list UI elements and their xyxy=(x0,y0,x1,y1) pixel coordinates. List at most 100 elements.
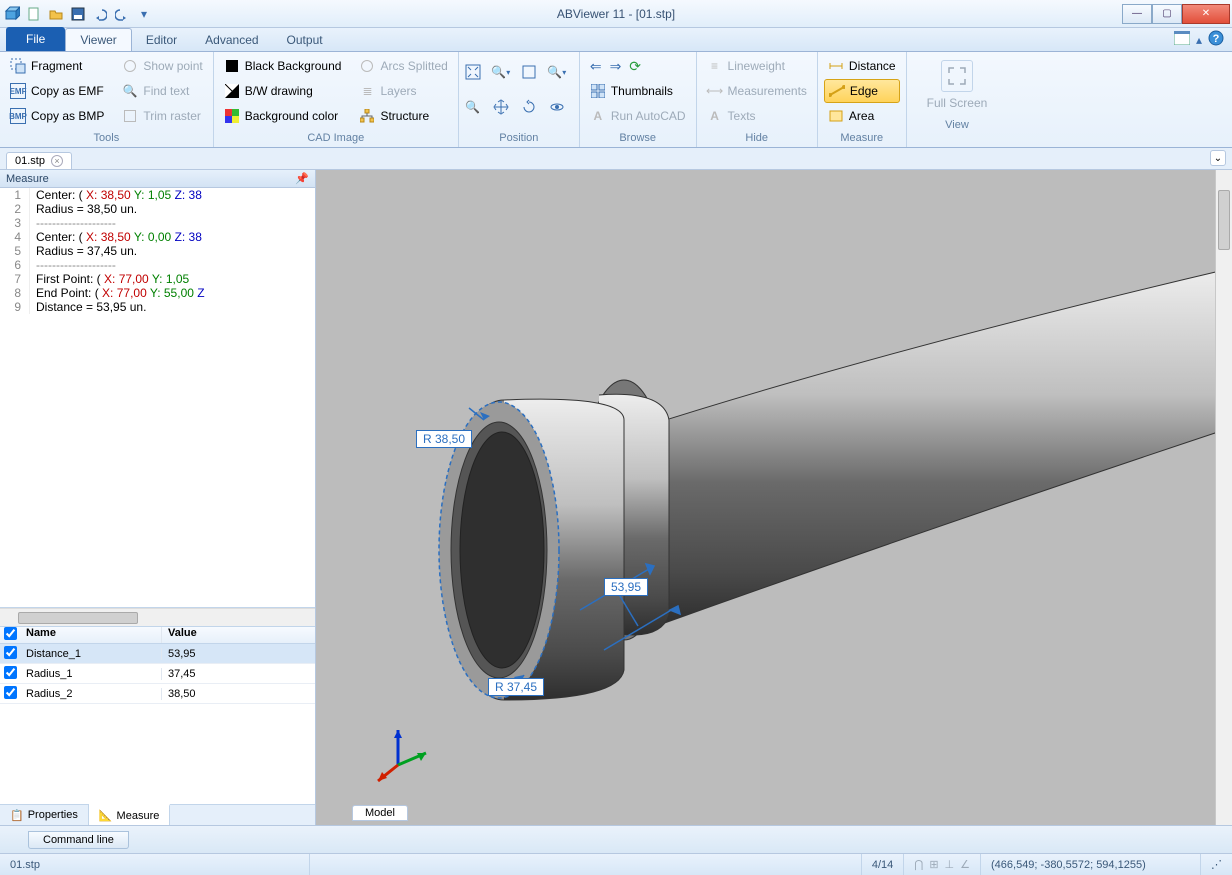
log-line: 3-------------------- xyxy=(0,216,315,230)
zoom-extents-icon[interactable] xyxy=(521,64,537,80)
new-icon[interactable] xyxy=(24,4,44,24)
measure-log[interactable]: 1Center: ( X: 38,50 Y: 1,05 Z: 382Radius… xyxy=(0,188,315,608)
show-point-icon xyxy=(122,58,138,74)
minimize-button[interactable]: — xyxy=(1122,4,1152,24)
vscrollbar[interactable] xyxy=(1215,170,1232,825)
snap-icon[interactable]: ⋂ xyxy=(914,858,923,871)
viewport[interactable]: R 38,50 53,95 R 37,45 Model xyxy=(316,170,1232,825)
model-tab[interactable]: Model xyxy=(352,805,408,821)
status-page: 4/14 xyxy=(862,854,904,875)
open-icon[interactable] xyxy=(46,4,66,24)
header-checkbox[interactable] xyxy=(4,627,17,640)
lineweight-button[interactable]: ≡Lineweight xyxy=(703,54,811,78)
fit-icon[interactable] xyxy=(465,64,481,80)
dim-label-r2[interactable]: R 37,45 xyxy=(488,678,544,696)
pan-icon[interactable] xyxy=(493,99,509,115)
layers-icon: ≣ xyxy=(359,83,375,99)
maximize-button[interactable]: ▢ xyxy=(1152,4,1182,24)
axis-triad xyxy=(368,725,428,785)
row-checkbox[interactable] xyxy=(4,666,17,679)
arcs-splitted-button[interactable]: Arcs Splitted xyxy=(355,54,451,78)
doc-tab[interactable]: 01.stp × xyxy=(6,152,72,169)
trim-raster-button[interactable]: Trim raster xyxy=(118,104,206,128)
layers-button[interactable]: ≣Layers xyxy=(355,79,451,103)
log-line: 4Center: ( X: 38,50 Y: 0,00 Z: 38 xyxy=(0,230,315,244)
help-icon[interactable]: ? xyxy=(1208,30,1224,49)
copy-as-bmp-button[interactable]: BMPCopy as BMP xyxy=(6,104,108,128)
find-text-button[interactable]: 🔍Find text xyxy=(118,79,206,103)
back-icon[interactable]: ⇐ xyxy=(590,58,602,75)
area-button[interactable]: Area xyxy=(824,104,900,128)
grid-icon[interactable]: ⊞ xyxy=(929,858,938,871)
tabs-expand-icon[interactable]: ⌄ xyxy=(1210,150,1226,166)
properties-tab[interactable]: 📋Properties xyxy=(0,805,89,825)
table-row[interactable]: Radius_137,45 xyxy=(0,664,315,684)
tab-editor[interactable]: Editor xyxy=(132,29,191,51)
run-autocad-button[interactable]: ARun AutoCAD xyxy=(586,104,690,128)
full-screen-button[interactable]: Full Screen xyxy=(913,54,1002,116)
document-tabs: 01.stp × ⌄ xyxy=(0,148,1232,170)
command-bar: Command line xyxy=(0,825,1232,853)
zoom-out-icon[interactable]: 🔍▾ xyxy=(549,64,565,80)
redo-icon[interactable] xyxy=(112,4,132,24)
close-tab-icon[interactable]: × xyxy=(51,155,63,167)
window-layout-icon[interactable] xyxy=(1174,31,1190,48)
file-tab[interactable]: File xyxy=(6,27,65,51)
find-text-icon: 🔍 xyxy=(122,83,138,99)
autocad-icon: A xyxy=(590,108,606,124)
thumbnails-icon xyxy=(590,83,606,99)
bw-drawing-button[interactable]: B/W drawing xyxy=(220,79,346,103)
collapse-ribbon-icon[interactable]: ▴ xyxy=(1196,33,1202,47)
measure-icon: 📐 xyxy=(99,809,113,822)
area-icon xyxy=(828,108,844,124)
dim-label-d[interactable]: 53,95 xyxy=(604,578,648,596)
forward-icon[interactable]: ⇒ xyxy=(610,58,622,75)
tab-viewer[interactable]: Viewer xyxy=(65,28,131,51)
pin-icon[interactable]: 📌 xyxy=(295,172,309,185)
reload-icon[interactable]: ⟳ xyxy=(629,58,641,75)
orbit-icon[interactable] xyxy=(549,99,565,115)
close-button[interactable]: ✕ xyxy=(1182,4,1230,24)
measure-panel: Measure 📌 1Center: ( X: 38,50 Y: 1,05 Z:… xyxy=(0,170,316,825)
show-point-button[interactable]: Show point xyxy=(118,54,206,78)
texts-button[interactable]: ATexts xyxy=(703,104,811,128)
row-checkbox[interactable] xyxy=(4,646,17,659)
copy-as-emf-button[interactable]: EMFCopy as EMF xyxy=(6,79,108,103)
edge-icon xyxy=(829,83,845,99)
fragment-button[interactable]: Fragment xyxy=(6,54,108,78)
command-line-button[interactable]: Command line xyxy=(28,831,129,849)
tab-advanced[interactable]: Advanced xyxy=(191,29,272,51)
background-color-button[interactable]: Background color xyxy=(220,104,346,128)
row-checkbox[interactable] xyxy=(4,686,17,699)
app-icon xyxy=(2,4,22,24)
ortho-icon[interactable]: ⊥ xyxy=(945,858,955,871)
polar-icon[interactable]: ∠ xyxy=(960,858,970,871)
table-row[interactable]: Radius_238,50 xyxy=(0,684,315,704)
status-resize-grip[interactable]: ⋰ xyxy=(1201,854,1232,875)
table-row[interactable]: Distance_153,95 xyxy=(0,644,315,664)
status-bar: 01.stp 4/14 ⋂ ⊞ ⊥ ∠ (466,549; -380,5572;… xyxy=(0,853,1232,875)
distance-button[interactable]: Distance xyxy=(824,54,900,78)
save-icon[interactable] xyxy=(68,4,88,24)
edge-button[interactable]: Edge xyxy=(824,79,900,103)
panel-title: Measure 📌 xyxy=(0,170,315,188)
qat-dropdown-icon[interactable]: ▾ xyxy=(134,4,154,24)
structure-button[interactable]: Structure xyxy=(355,104,451,128)
status-snap-icons[interactable]: ⋂ ⊞ ⊥ ∠ xyxy=(904,854,981,875)
black-background-button[interactable]: Black Background xyxy=(220,54,346,78)
thumbnails-button[interactable]: Thumbnails xyxy=(586,79,690,103)
panel-tabs: 📋Properties 📐Measure xyxy=(0,804,315,825)
hscrollbar[interactable] xyxy=(0,608,315,626)
undo-icon[interactable] xyxy=(90,4,110,24)
zoom-in-icon[interactable]: 🔍▾ xyxy=(493,64,509,80)
zoom-window-icon[interactable]: 🔍 xyxy=(465,99,481,115)
measure-tab[interactable]: 📐Measure xyxy=(89,804,171,825)
log-line: 5Radius = 37,45 un. xyxy=(0,244,315,258)
dim-label-r1[interactable]: R 38,50 xyxy=(416,430,472,448)
fragment-icon xyxy=(10,58,26,74)
tab-output[interactable]: Output xyxy=(273,29,337,51)
rotate-icon[interactable] xyxy=(521,99,537,115)
measurements-button[interactable]: ⟷Measurements xyxy=(703,79,811,103)
ribbon-group-hide: ≡Lineweight ⟷Measurements ATexts Hide xyxy=(697,52,818,147)
ribbon-group-cadimage: Black Background B/W drawing Background … xyxy=(214,52,459,147)
